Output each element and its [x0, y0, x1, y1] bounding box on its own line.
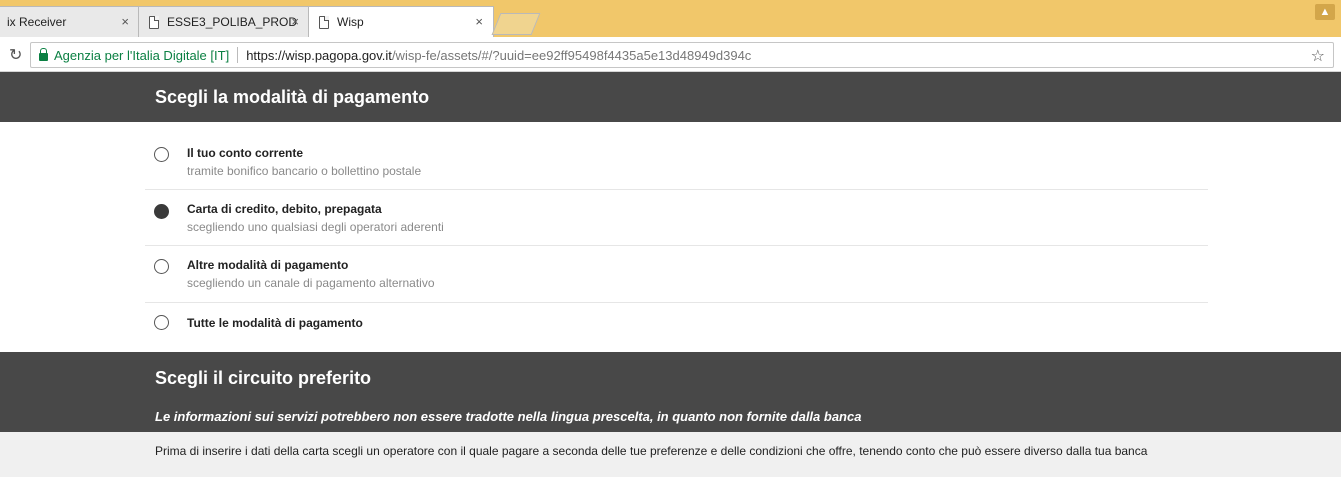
reload-icon[interactable]: ↻ — [9, 45, 22, 65]
address-divider — [237, 47, 239, 63]
tab-close-icon[interactable]: × — [475, 14, 483, 29]
page-title: Scegli la modalità di pagamento — [155, 87, 430, 107]
tab-wisp[interactable]: Wisp × — [308, 6, 494, 37]
radio-button[interactable] — [154, 259, 169, 274]
page-icon — [319, 15, 329, 29]
address-bar[interactable]: Agenzia per l'Italia Digitale [IT] https… — [30, 42, 1334, 68]
profile-icon[interactable]: ▲ — [1315, 4, 1335, 20]
lock-icon[interactable] — [39, 47, 48, 61]
option-subtitle: tramite bonifico bancario o bollettino p… — [187, 164, 422, 178]
info-text: Prima di inserire i dati della carta sce… — [155, 444, 1148, 458]
url-path[interactable]: /wisp-fe/assets/#/?uuid=ee92ff95498f4435… — [392, 48, 751, 63]
option-title: Il tuo conto corrente — [187, 146, 304, 160]
tab-title: ix Receiver — [7, 15, 67, 29]
tab-close-icon[interactable]: × — [121, 14, 129, 29]
radio-button[interactable] — [154, 315, 169, 330]
option-subtitle: scegliendo un canale di pagamento altern… — [187, 276, 435, 290]
page-icon — [149, 15, 159, 29]
radio-button[interactable] — [154, 147, 169, 162]
radio-button-selected[interactable] — [154, 204, 169, 219]
option-title: Tutte le modalità di pagamento — [187, 316, 363, 330]
payment-option-tutte[interactable]: Tutte le modalità di pagamento — [145, 303, 1208, 348]
bookmark-star-icon[interactable]: ☆ — [1311, 46, 1325, 66]
tab-title: ESSE3_POLIBA_PROD — [167, 15, 298, 29]
payment-option-altre[interactable]: Altre modalità di pagamento scegliendo u… — [145, 246, 1208, 303]
option-title: Carta di credito, debito, prepagata — [187, 202, 382, 216]
payment-method-header: Scegli la modalità di pagamento — [0, 72, 1341, 122]
payment-options-list: Il tuo conto corrente tramite bonifico b… — [0, 122, 1341, 352]
tab-esse3-poliba-prod[interactable]: ESSE3_POLIBA_PROD × — [138, 6, 310, 37]
translation-note: Le informazioni sui servizi potrebbero n… — [155, 409, 862, 424]
new-tab-button[interactable] — [491, 13, 541, 35]
option-subtitle: scegliendo uno qualsiasi degli operatori… — [187, 220, 444, 234]
option-title: Altre modalità di pagamento — [187, 258, 349, 272]
payment-option-carta[interactable]: Carta di credito, debito, prepagata sceg… — [145, 190, 1208, 246]
circuit-header: Scegli il circuito preferito Le informaz… — [0, 352, 1341, 432]
circuit-info: Prima di inserire i dati della carta sce… — [0, 432, 1341, 477]
tab-ix-receiver[interactable]: ix Receiver × — [0, 6, 140, 37]
site-identity[interactable]: Agenzia per l'Italia Digitale [IT] — [54, 48, 229, 63]
payment-option-conto-corrente[interactable]: Il tuo conto corrente tramite bonifico b… — [145, 141, 1208, 190]
tab-close-icon[interactable]: × — [291, 14, 299, 29]
browser-tab-strip: ix Receiver × ESSE3_POLIBA_PROD × Wisp ×… — [0, 0, 1341, 37]
section-title: Scegli il circuito preferito — [155, 368, 372, 388]
tab-title: Wisp — [337, 15, 364, 29]
url-host[interactable]: https://wisp.pagopa.gov.it — [246, 48, 392, 63]
browser-toolbar: ↻ Agenzia per l'Italia Digitale [IT] htt… — [0, 37, 1341, 72]
